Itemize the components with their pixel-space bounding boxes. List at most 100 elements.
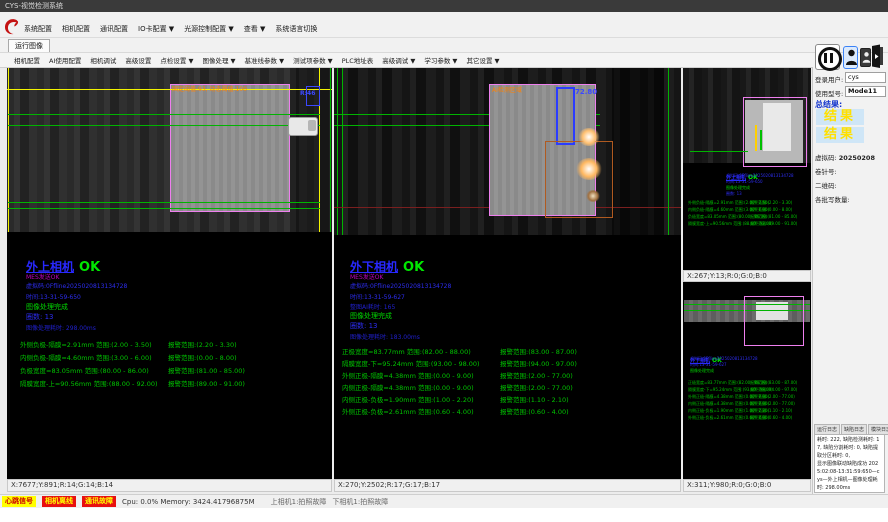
alarm-text: 报警范围:(2.00 - 77.00) — [500, 384, 573, 392]
user-login-button[interactable] — [843, 46, 858, 69]
result-row: 隔膜宽度-上=90.56mm 范围:(88.00 - 92.00)报警范围:(8… — [20, 378, 325, 391]
measure-text: 隔膜宽度-下=95.24mm 范围:(93.00 - 98.00) — [342, 358, 500, 368]
vcode-value: 20250208 — [839, 154, 875, 162]
menu-items: 系统配置相机配置通讯配置 IO卡配置 ▼ 光源控制配置 ▼ 查看 ▼ 系统语言切换 — [24, 23, 317, 34]
toolbar-item[interactable]: 点检设置 ▼ — [160, 55, 193, 65]
log-textarea[interactable]: 耗时: 222, 缺陷检测耗时: 17, 缺陷分割耗时: 0, 缺陷提取分区耗时… — [814, 434, 885, 493]
measure-text: 隔膜宽度-上=90.56mm 范围:(88.00 - 92.00) — [688, 221, 750, 227]
toolbar-item[interactable]: 高级调试 ▼ — [382, 55, 415, 65]
mes-status-text: MES发送OK — [26, 272, 59, 281]
measure-text: 外侧负极-隔膜=2.91mm 范围:(2.00 - 3.50) — [688, 200, 750, 206]
heartbeat-badge: 心跳信号 — [2, 496, 36, 507]
result-row: 负极宽度=83.05mm 范围:(80.00 - 86.00)报警范围:(81.… — [688, 214, 808, 221]
toolbar-item[interactable]: 高级设置 — [125, 55, 151, 65]
alarm-text: 报警范围:(2.20 - 3.30) — [168, 341, 237, 349]
app-logo-icon — [3, 17, 20, 36]
person-dark-icon — [862, 50, 871, 65]
alarm-text: 报警范围:(0.60 - 4.00) — [750, 415, 792, 420]
alarm-text: 报警范围:(89.00 - 91.00) — [168, 380, 245, 388]
menu-item[interactable]: 系统语言切换 — [275, 24, 317, 34]
edge-line-green-1 — [337, 68, 338, 235]
user-switch-button[interactable] — [860, 48, 871, 67]
camera-right-results: 正极宽度=83.77mm 范围:(82.00 - 88.00)报警范围:(83.… — [342, 346, 677, 418]
result-row: 外侧负极-隔膜=2.91mm 范围:(2.00 - 3.50)报警范围:(2.2… — [20, 339, 325, 352]
alarm-text: 报警范围:(81.00 - 85.00) — [750, 214, 797, 219]
log-line: 显示图像联动缺陷成功 2025:02:08-13:31:59:650—cys—外… — [817, 460, 882, 492]
toolbar-item[interactable]: 学习参数 ▼ — [424, 55, 457, 65]
measure-text: 隔膜宽度-上=90.56mm 范围:(88.00 - 92.00) — [20, 378, 168, 388]
alarm-text: 报警范围:(81.00 - 85.00) — [168, 367, 245, 375]
measure-text: 外侧负极-隔膜=2.91mm 范围:(2.00 - 3.50) — [20, 339, 168, 349]
thumb-top-roi — [743, 97, 807, 167]
result-row: 外侧正极-负极=2.61mm 范围:(0.60 - 4.00)报警范围:(0.6… — [688, 415, 808, 422]
alarm-text: 报警范围:(2.00 - 77.00) — [750, 401, 795, 406]
thumb-top-results: 外侧负极-隔膜=2.91mm 范围:(2.00 - 3.50)报警范围:(2.2… — [688, 200, 808, 228]
result-row: 内侧负极-隔膜=4.60mm 范围:(3.00 - 6.00)报警范围:(0.0… — [688, 207, 808, 214]
result-row: 外侧负极-隔膜=2.91mm 范围:(2.00 - 3.50)报警范围:(2.2… — [688, 200, 808, 207]
cpu-memory-text: Cpu: 0.0% Memory: 3424.41796875M — [122, 498, 255, 506]
thumb-top-line-green — [690, 151, 748, 152]
tab-bar — [0, 38, 888, 52]
process-time-text-right: 图像处理耗时: 183.00ms — [350, 332, 420, 341]
toolbar-item[interactable]: 图像处理 ▼ — [202, 55, 235, 65]
alarm-text: 报警范围:(89.00 - 91.00) — [750, 221, 797, 226]
toolbar-item[interactable]: 相机调试 — [90, 55, 116, 65]
measure-text: 内侧正极-隔膜=4.38mm 范围:(0.00 - 9.00) — [688, 401, 750, 407]
vcode-row: 虚拟码: 20250208 — [815, 152, 875, 162]
app-window: CYS-视觉检测系统 系统配置相机配置通讯配置IO卡配置 ▼光源控制配置 ▼查看… — [0, 0, 888, 522]
image-dark-column — [612, 68, 664, 235]
toolbar-item[interactable]: 相机配置 — [14, 55, 40, 65]
edge-line-green-3 — [668, 68, 669, 235]
menu-item[interactable]: 光源控制配置 ▼ — [184, 24, 234, 34]
login-user-label: 登录用户: — [815, 74, 843, 84]
total-result-blocks: 结果结果 — [816, 109, 864, 145]
toolbar-item[interactable]: 测试项参数 ▼ — [293, 55, 333, 65]
model-input[interactable]: Mode11 — [845, 86, 886, 97]
toolbar-item[interactable]: 基准线参数 ▼ — [245, 55, 285, 65]
window-title: CYS-视觉检测系统 — [5, 2, 63, 10]
model-label: 使用型号: — [815, 88, 843, 98]
measure-text: 外侧正极-隔膜=4.38mm 范围:(0.00 - 9.00) — [342, 370, 500, 380]
comm-fault-badge: 通讯故障 — [82, 496, 116, 507]
toolbar-item[interactable]: PLC地址表 — [342, 55, 374, 65]
exit-button[interactable] — [871, 44, 884, 69]
result-row: 隔膜宽度-下=95.24mm 范围:(93.00 - 98.00)报警范围:(9… — [688, 387, 808, 394]
result-row: 内侧正极-负极=1.90mm 范围:(1.00 - 2.20)报警范围:(1.1… — [688, 408, 808, 415]
qrcode-label: 二维码: — [815, 180, 837, 190]
roi-rect-left — [170, 84, 290, 212]
menu-item[interactable]: IO卡配置 ▼ — [138, 24, 174, 34]
result-row: 外侧正极-隔膜=4.38mm 范围:(0.00 - 9.00)报警范围:(2.0… — [688, 394, 808, 401]
toolbar-item[interactable]: 其它设置 ▼ — [466, 55, 499, 65]
login-user-input[interactable]: cys — [845, 72, 886, 83]
result-row: 正极宽度=83.77mm 范围:(82.00 - 88.00)报警范围:(83.… — [342, 346, 677, 358]
time-text-right: 时间:13-31-59-627 — [350, 292, 405, 301]
edge-line-green — [330, 68, 331, 232]
menu-item[interactable]: 相机配置 — [62, 24, 90, 34]
toolbar-item[interactable]: AI使用配置 — [49, 55, 81, 65]
measure-text: 正极宽度=83.77mm 范围:(82.00 - 88.00) — [688, 380, 750, 386]
menu-item[interactable]: 通讯配置 — [100, 24, 128, 34]
pause-button[interactable] — [815, 44, 840, 70]
batch-count-label: 各批写数量: — [815, 194, 850, 204]
alarm-text: 报警范围:(1.10 - 2.10) — [500, 396, 569, 404]
alarm-text: 报警范围:(0.00 - 8.00) — [168, 354, 237, 362]
result-row: 正极宽度=83.77mm 范围:(82.00 - 88.00)报警范围:(83.… — [688, 380, 808, 387]
alarm-text: 报警范围:(94.00 - 97.00) — [500, 360, 577, 368]
tab-run-image[interactable]: 运行图像 — [8, 39, 50, 53]
needle-label: 卷针号: — [815, 166, 837, 176]
camera-left-status: OK — [79, 260, 100, 275]
measure-text: 外侧正极-负极=2.61mm 范围:(0.60 - 4.00) — [342, 406, 500, 416]
alarm-text: 报警范围:(2.20 - 3.30) — [750, 200, 792, 205]
roi-rect-brown — [545, 141, 613, 218]
menu-item[interactable]: 查看 ▼ — [244, 24, 266, 34]
result-row: 外侧正极-隔膜=4.38mm 范围:(0.00 - 9.00)报警范围:(2.0… — [342, 370, 677, 382]
edge-line-green-2 — [342, 68, 343, 235]
camera-right-status: OK — [403, 260, 424, 275]
measure-text: 内侧负极-隔膜=4.60mm 范围:(3.00 - 6.00) — [688, 207, 750, 213]
r-value-overlay-label: R:46 — [300, 90, 315, 97]
measure-text: 内侧负极-隔膜=4.60mm 范围:(3.00 - 6.00) — [20, 352, 168, 362]
menu-item[interactable]: 系统配置 — [24, 24, 52, 34]
bright-spot-2 — [576, 158, 602, 180]
thumb-bottom-coordbar: X:311;Y:980;R:0;G:0;B:0 — [683, 479, 811, 492]
process-time-text: 图像处理耗时: 298.00ms — [26, 323, 96, 332]
